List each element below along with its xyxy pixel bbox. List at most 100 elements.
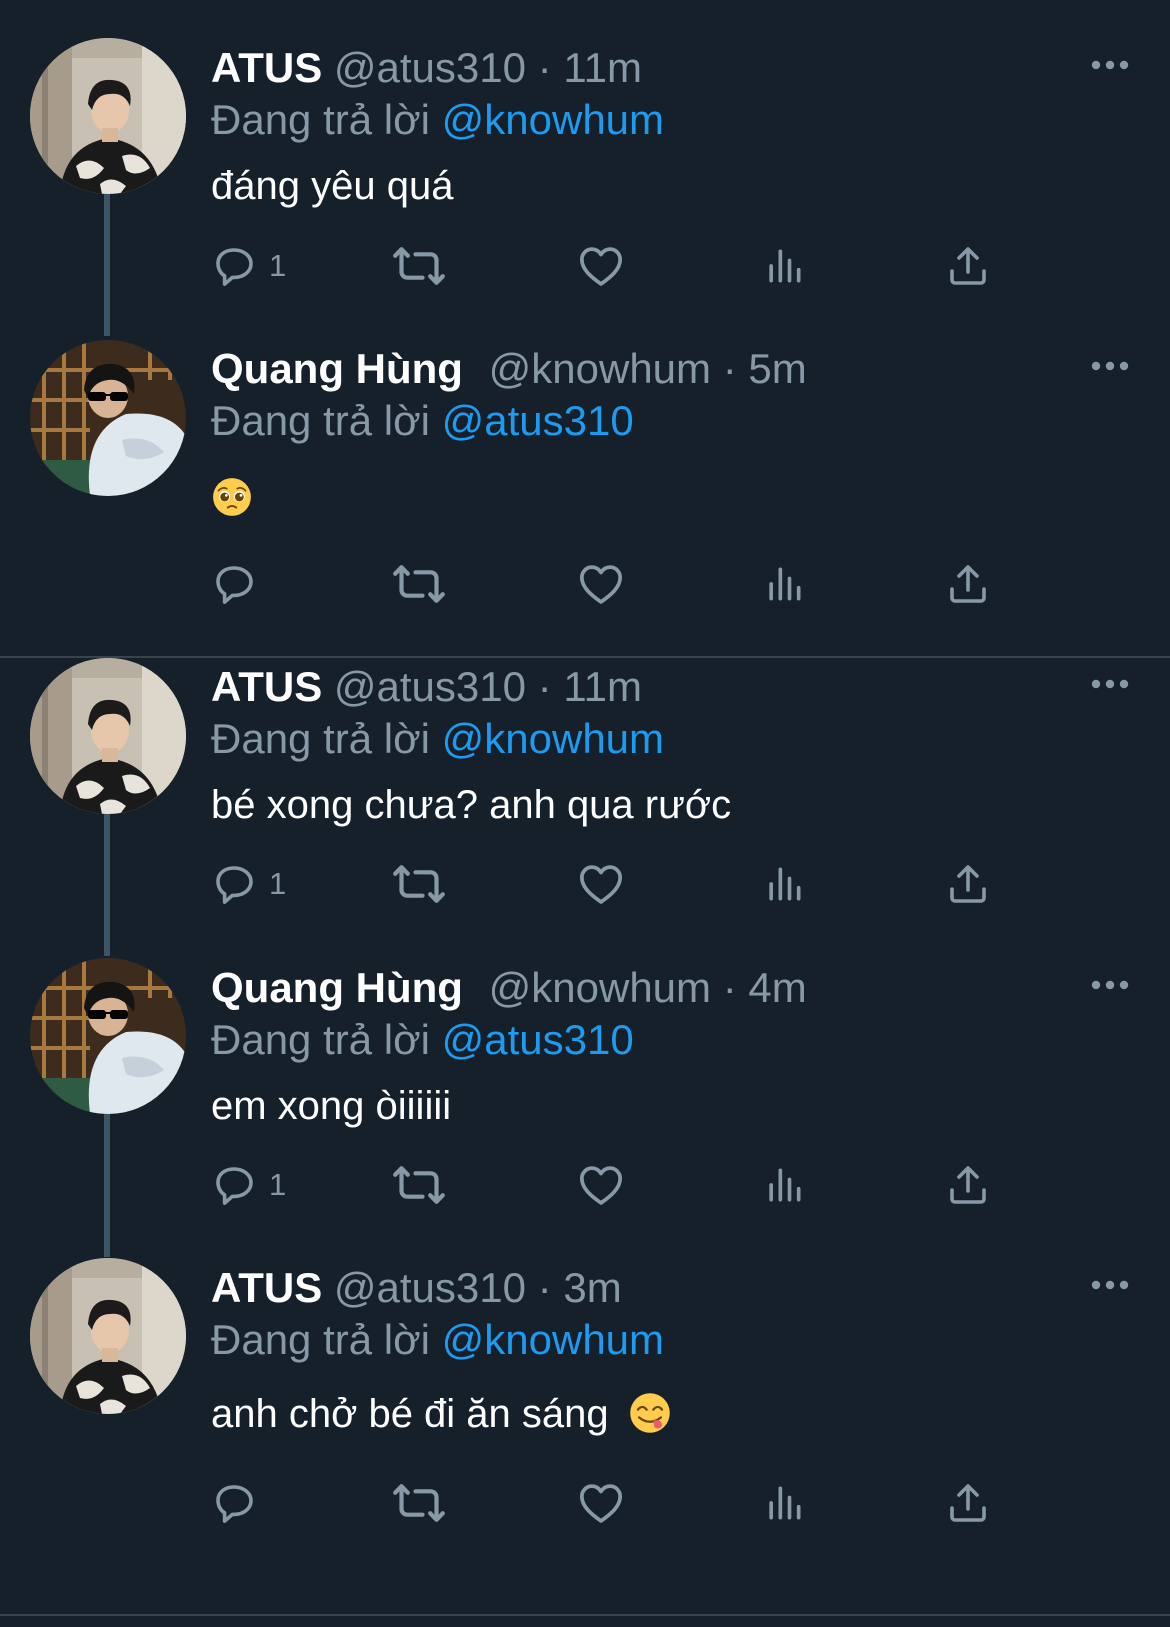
retweet-button[interactable]	[391, 559, 447, 609]
retweet-icon	[391, 1475, 447, 1531]
tweet[interactable]: Quang Hùng @knowhum · 4m Đang trả lời @a…	[0, 958, 1170, 1258]
action-bar: 1	[211, 1160, 1041, 1210]
more-options-icon[interactable]	[1090, 978, 1130, 990]
mention-link[interactable]: @knowhum	[442, 1316, 664, 1363]
reply-count: 1	[269, 248, 287, 283]
retweet-button[interactable]	[391, 241, 447, 291]
timestamp[interactable]: 11m	[563, 663, 642, 710]
tweet-header: ATUS @atus310 · 3m	[211, 1262, 1130, 1314]
retweet-button[interactable]	[391, 859, 447, 909]
tweet-header: ATUS @atus310 · 11m	[211, 661, 1130, 713]
analytics-button[interactable]	[762, 241, 806, 291]
user-handle[interactable]: @atus310	[334, 1264, 526, 1311]
timestamp[interactable]: 3m	[563, 1264, 621, 1311]
retweet-icon	[391, 856, 447, 912]
tweet-header: Quang Hùng @knowhum · 4m	[211, 962, 1130, 1014]
like-button[interactable]	[576, 559, 626, 609]
reply-context: Đang trả lời @atus310	[211, 1014, 1130, 1066]
display-name[interactable]: Quang Hùng	[211, 964, 463, 1011]
timestamp[interactable]: 11m	[563, 44, 642, 91]
retweet-button[interactable]	[391, 1478, 447, 1528]
analytics-button[interactable]	[762, 1478, 806, 1528]
separator-dot: ·	[537, 663, 552, 710]
mention-link[interactable]: @knowhum	[442, 96, 664, 143]
avatar[interactable]	[30, 658, 186, 814]
like-icon	[576, 559, 626, 609]
tweet-text: anh chở bé đi ăn sáng	[211, 1392, 609, 1436]
analytics-icon	[762, 1163, 806, 1207]
mention-link[interactable]: @knowhum	[442, 715, 664, 762]
timestamp[interactable]: 5m	[748, 345, 806, 392]
avatar[interactable]	[30, 958, 186, 1114]
display-name[interactable]: ATUS	[211, 1264, 322, 1311]
like-icon	[576, 241, 626, 291]
retweet-icon	[391, 1157, 447, 1213]
analytics-button[interactable]	[762, 859, 806, 909]
reply-button[interactable]: 1	[211, 1160, 286, 1210]
timestamp[interactable]: 4m	[748, 964, 806, 1011]
avatar[interactable]	[30, 38, 186, 194]
more-options-icon[interactable]	[1090, 1278, 1130, 1290]
like-icon	[576, 1160, 626, 1210]
separator-dot: ·	[537, 1264, 552, 1311]
tweet[interactable]: ATUS @atus310 · 11m Đang trả lời @knowhu…	[0, 658, 1170, 958]
like-button[interactable]	[576, 859, 626, 909]
avatar[interactable]	[30, 340, 186, 496]
mention-link[interactable]: @atus310	[442, 1016, 634, 1063]
user-handle[interactable]: @knowhum	[489, 964, 711, 1011]
tweet-header: Quang Hùng @knowhum · 5m	[211, 343, 1130, 395]
tweet-text: bé xong chưa? anh qua rước	[211, 783, 732, 827]
mention-link[interactable]: @atus310	[442, 397, 634, 444]
analytics-icon	[762, 862, 806, 906]
tweet[interactable]: ATUS @atus310 · 3m Đang trả lời @knowhum…	[0, 1258, 1170, 1614]
share-button[interactable]	[944, 859, 992, 909]
yum-face-emoji	[628, 1391, 672, 1435]
reply-button[interactable]: 1	[211, 241, 286, 291]
more-options-icon[interactable]	[1090, 359, 1130, 371]
reply-context: Đang trả lời @knowhum	[211, 94, 1130, 146]
reply-icon	[211, 1479, 259, 1527]
action-bar: 1	[211, 859, 1041, 909]
share-icon	[944, 242, 992, 290]
pleading-face-emoji	[211, 476, 253, 518]
tweet[interactable]: ATUS @atus310 · 11m Đang trả lời @knowhu…	[0, 0, 1170, 340]
reply-icon	[211, 242, 259, 290]
share-button[interactable]	[944, 1160, 992, 1210]
reply-button[interactable]: 1	[211, 859, 286, 909]
reply-prefix: Đang trả lời	[211, 715, 430, 762]
user-handle[interactable]: @atus310	[334, 663, 526, 710]
avatar[interactable]	[30, 1258, 186, 1414]
reply-button[interactable]	[211, 1478, 269, 1528]
action-bar	[211, 1478, 1041, 1528]
reply-icon	[211, 860, 259, 908]
share-button[interactable]	[944, 241, 992, 291]
retweet-icon	[391, 556, 447, 612]
share-icon	[944, 860, 992, 908]
more-options-icon[interactable]	[1090, 58, 1130, 70]
reply-button[interactable]	[211, 559, 269, 609]
user-handle[interactable]: @knowhum	[489, 345, 711, 392]
analytics-button[interactable]	[762, 559, 806, 609]
reply-icon	[211, 560, 259, 608]
more-options-icon[interactable]	[1090, 677, 1130, 689]
share-button[interactable]	[944, 559, 992, 609]
like-button[interactable]	[576, 241, 626, 291]
display-name[interactable]: ATUS	[211, 663, 322, 710]
display-name[interactable]: Quang Hùng	[211, 345, 463, 392]
user-handle[interactable]: @atus310	[334, 44, 526, 91]
reply-prefix: Đang trả lời	[211, 96, 430, 143]
retweet-button[interactable]	[391, 1160, 447, 1210]
reply-prefix: Đang trả lời	[211, 397, 430, 444]
like-button[interactable]	[576, 1160, 626, 1210]
separator-dot: ·	[722, 345, 737, 392]
reply-count: 1	[269, 1167, 287, 1202]
display-name[interactable]: ATUS	[211, 44, 322, 91]
like-button[interactable]	[576, 1478, 626, 1528]
like-icon	[576, 859, 626, 909]
tweet[interactable]: Quang Hùng @knowhum · 5m Đang trả lời @a…	[0, 340, 1170, 656]
analytics-icon	[762, 562, 806, 606]
tweet-header: ATUS @atus310 · 11m	[211, 42, 1130, 94]
share-button[interactable]	[944, 1478, 992, 1528]
analytics-button[interactable]	[762, 1160, 806, 1210]
retweet-icon	[391, 238, 447, 294]
